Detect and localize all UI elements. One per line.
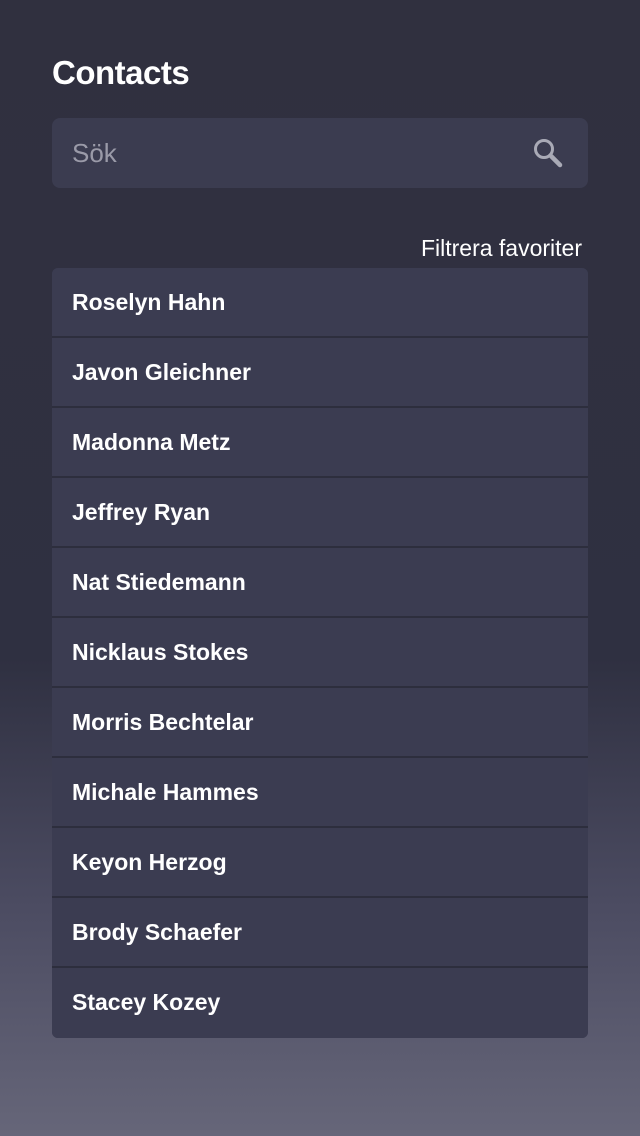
contact-item[interactable]: Nicklaus Stokes xyxy=(52,618,588,688)
contact-item[interactable]: Nat Stiedemann xyxy=(52,548,588,618)
search-input[interactable] xyxy=(52,118,588,188)
contact-item[interactable]: Jeffrey Ryan xyxy=(52,478,588,548)
search-icon[interactable] xyxy=(532,137,564,169)
contact-item[interactable]: Madonna Metz xyxy=(52,408,588,478)
contact-item[interactable]: Brody Schaefer xyxy=(52,898,588,968)
contact-list: Roselyn Hahn Javon Gleichner Madonna Met… xyxy=(52,268,588,1038)
contact-item[interactable]: Keyon Herzog xyxy=(52,828,588,898)
filter-favorites-link[interactable]: Filtrera favoriter xyxy=(421,235,582,262)
contact-item[interactable]: Roselyn Hahn xyxy=(52,268,588,338)
contact-item[interactable]: Javon Gleichner xyxy=(52,338,588,408)
contact-item[interactable]: Morris Bechtelar xyxy=(52,688,588,758)
search-bar xyxy=(52,118,588,188)
contact-item[interactable]: Stacey Kozey xyxy=(52,968,588,1038)
page-title: Contacts xyxy=(52,54,190,91)
contact-item[interactable]: Michale Hammes xyxy=(52,758,588,828)
